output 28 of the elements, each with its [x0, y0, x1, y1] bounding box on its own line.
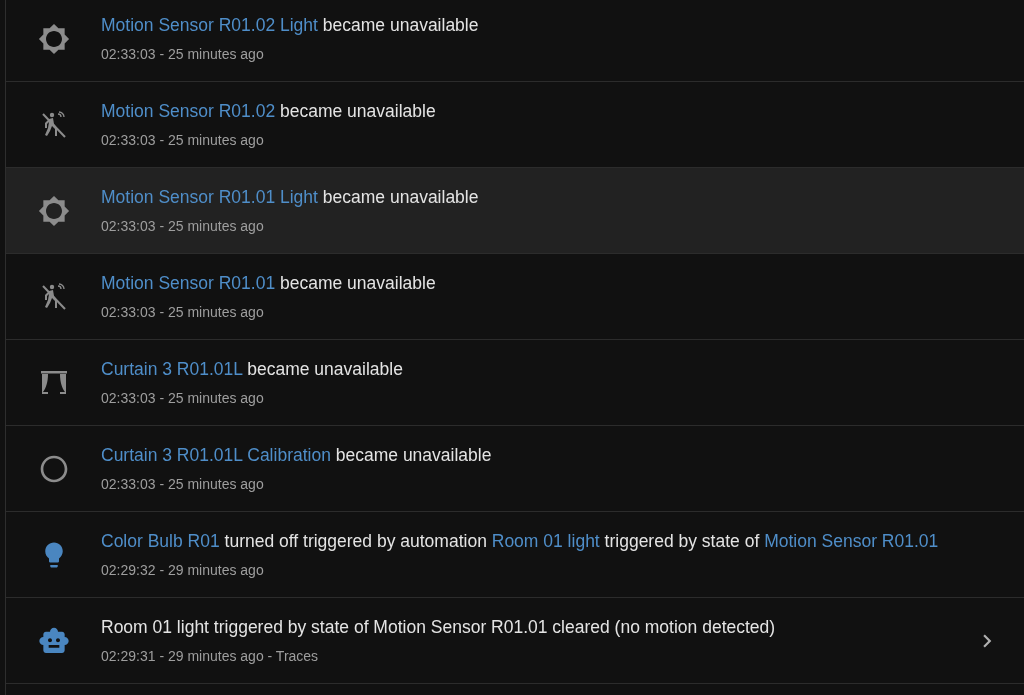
logbook-entry[interactable]: Motion Sensor R01.01 Light became unavailable 02:33:03 - 25 minutes ago: [6, 168, 1024, 254]
brightness-icon: [37, 22, 70, 55]
event-time: 02:33:03 - 25 minutes ago: [101, 304, 265, 320]
entity-link[interactable]: Motion Sensor R01.01: [101, 273, 276, 293]
event-message: Color Bulb R01 turned off triggered by automation Room 01 light triggered by state of Motion Sensor R01.01: [101, 531, 940, 552]
event-time: 02:29:31 - 29 minutes ago - Traces: [101, 648, 320, 664]
event-message: Motion Sensor R01.01 Light became unavailable: [101, 187, 480, 208]
brightness-icon: [37, 194, 70, 227]
event-time: 02:29:32 - 29 minutes ago: [101, 562, 265, 578]
entity-link[interactable]: Room 01 light: [491, 531, 600, 551]
entity-link[interactable]: Curtain 3 R01.01L Calibration: [101, 445, 331, 465]
event-message: Motion Sensor R01.02 became unavailable: [101, 101, 437, 122]
event-time: 02:33:03 - 25 minutes ago: [101, 46, 265, 62]
event-time: 02:33:03 - 25 minutes ago: [101, 476, 265, 492]
event-time: 02:33:03 - 25 minutes ago: [101, 390, 265, 406]
event-message: Motion Sensor R01.01 became unavailable: [101, 273, 437, 294]
event-time: 02:33:03 - 25 minutes ago: [101, 132, 265, 148]
event-message: Curtain 3 R01.01L Calibration became unavailable: [101, 445, 493, 466]
entity-link[interactable]: Motion Sensor R01.02 Light: [101, 15, 318, 35]
event-message: Room 01 light triggered by state of Motion Sensor R01.01 cleared (no motion detected): [101, 617, 777, 638]
entity-link[interactable]: Motion Sensor R01.02: [101, 101, 276, 121]
entity-link[interactable]: Curtain 3 R01.01L: [101, 359, 243, 379]
entity-link[interactable]: Motion Sensor R01.01: [764, 531, 939, 551]
entity-link[interactable]: Motion Sensor R01.01 Light: [101, 187, 318, 207]
entity-link[interactable]: Color Bulb R01: [101, 531, 220, 551]
event-message: Curtain 3 R01.01L became unavailable: [101, 359, 404, 380]
event-time: 02:33:03 - 25 minutes ago: [101, 218, 265, 234]
event-message: Motion Sensor R01.02 Light became unavailable: [101, 15, 480, 36]
